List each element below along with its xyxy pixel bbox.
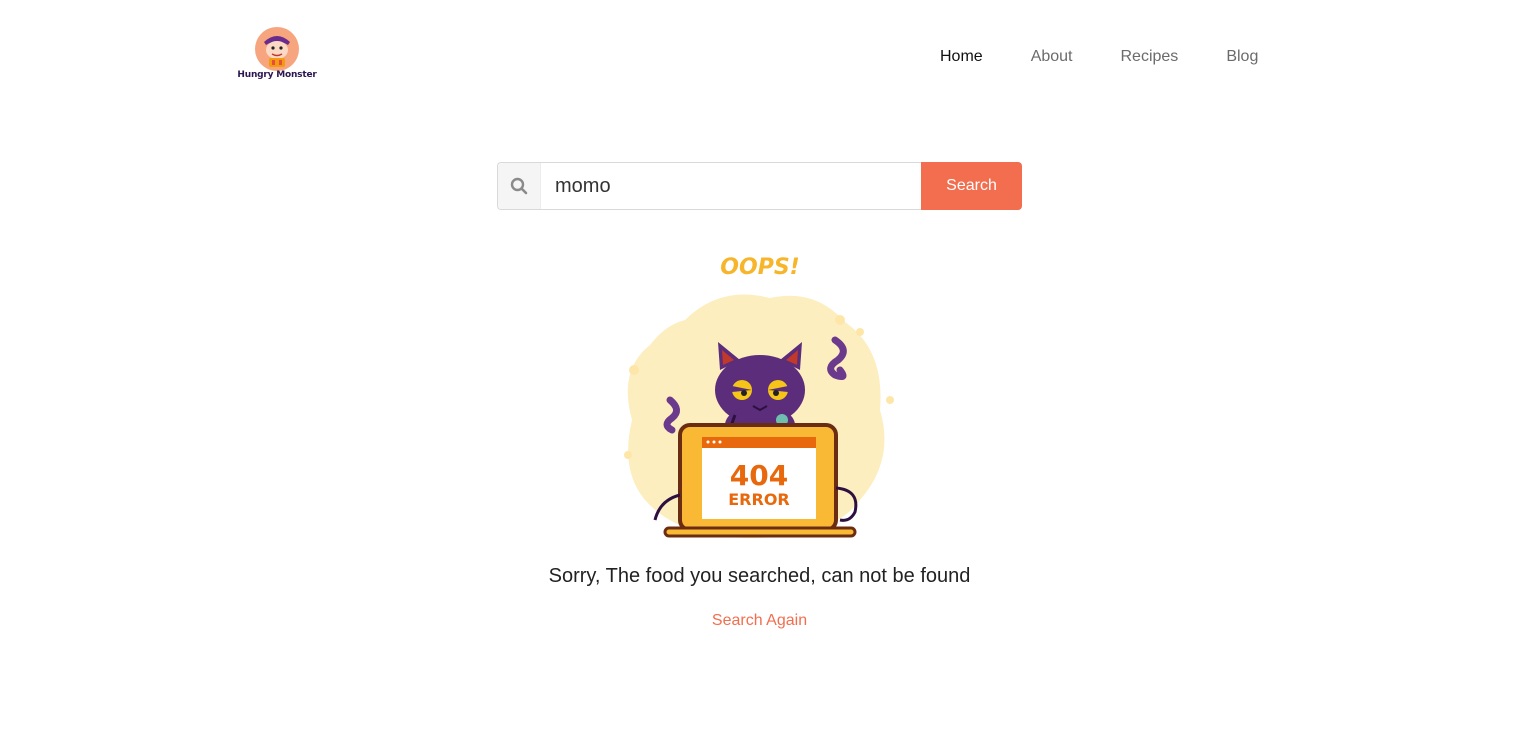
error-illustration: OOPS! 404 ERROR [624, 255, 894, 539]
search-icon [498, 163, 541, 209]
search-button[interactable]: Search [921, 162, 1022, 210]
monster-logo-icon [255, 27, 299, 71]
blob-dot [856, 328, 864, 336]
nav-recipes[interactable]: Recipes [1121, 47, 1179, 67]
error-code-text: 404 [730, 459, 788, 492]
nav-home[interactable]: Home [940, 47, 983, 67]
search-box [497, 162, 921, 210]
main-nav: Home About Recipes Blog [940, 47, 1258, 67]
brand-name: Hungry Monster [237, 70, 317, 80]
laptop-icon: 404 ERROR [653, 423, 858, 538]
search-input[interactable] [541, 163, 921, 209]
error-word-text: ERROR [728, 490, 790, 509]
blob-dot [886, 396, 894, 404]
nav-blog[interactable]: Blog [1226, 47, 1258, 67]
search-again-link[interactable]: Search Again [712, 612, 807, 629]
brand-logo[interactable]: Hungry Monster [234, 26, 320, 88]
blob-dot [835, 315, 845, 325]
blob-dot [629, 365, 639, 375]
not-found-message: Sorry, The food you searched, can not be… [548, 565, 971, 587]
blob-dot [624, 451, 632, 459]
search-again-wrapper: Search Again [0, 612, 1519, 630]
search-bar: Search [497, 162, 1022, 210]
oops-text: OOPS! [720, 255, 799, 280]
nav-about[interactable]: About [1031, 47, 1073, 67]
